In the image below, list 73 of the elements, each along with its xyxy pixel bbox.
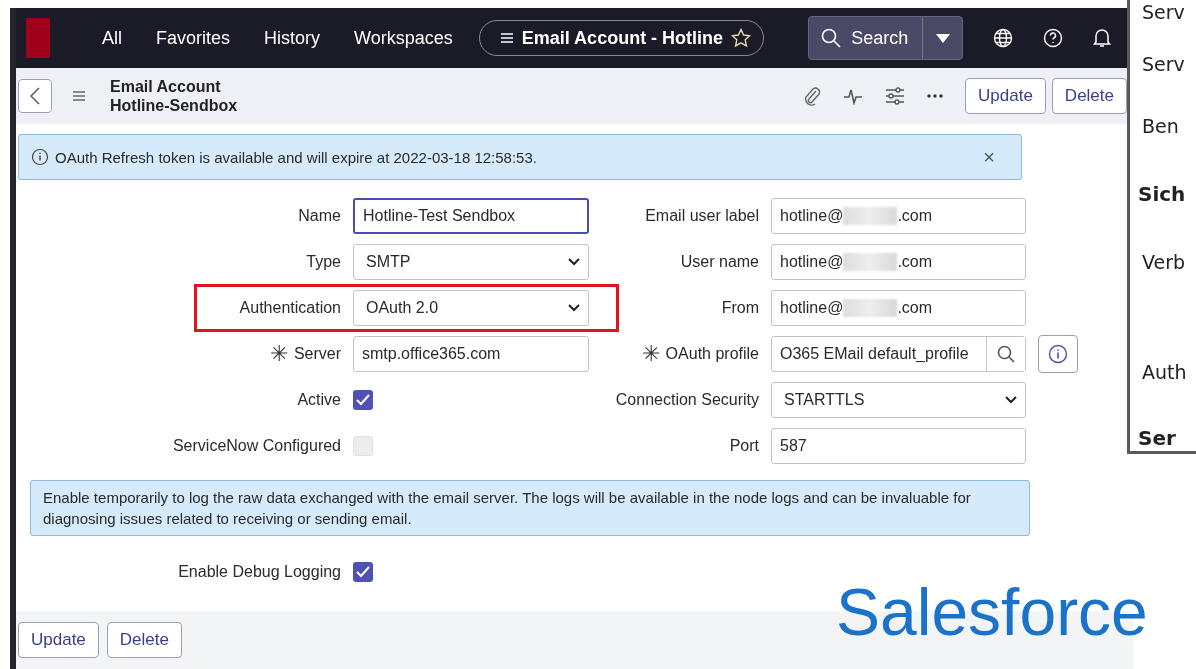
record-name-title: Hotline-Sendbox	[110, 96, 238, 115]
checkbox[interactable]	[353, 390, 373, 410]
star-icon[interactable]	[731, 28, 752, 48]
menu-icon	[499, 32, 514, 44]
nav-menu-item[interactable]: History	[264, 27, 321, 49]
check-icon	[356, 566, 370, 578]
text-field[interactable]: 587	[771, 428, 1026, 464]
field-label: Active	[297, 391, 341, 409]
check-icon	[356, 394, 370, 406]
info-icon	[1048, 344, 1068, 364]
dialog-label: Ben	[1142, 114, 1180, 139]
required-star-icon: ✳	[269, 346, 288, 362]
info-button[interactable]	[1038, 335, 1078, 373]
nav-menu-item[interactable]: Workspaces	[354, 27, 453, 49]
select-field[interactable]: STARTTLS	[771, 382, 1026, 418]
close-button[interactable]: ×	[977, 144, 1001, 170]
chevron-left-icon	[30, 87, 40, 105]
globe-icon[interactable]	[993, 28, 1014, 48]
more-icon[interactable]	[927, 94, 944, 98]
select-field[interactable]: SMTP	[353, 244, 589, 280]
field-label: Enable Debug Logging	[178, 563, 341, 581]
blurred-text	[843, 299, 898, 317]
banner-message: OAuth Refresh token is available and will expire at 2022-03-18 12:58:53.	[55, 148, 537, 166]
search-icon[interactable]	[986, 337, 1025, 371]
dialog-label: Serv	[1142, 52, 1186, 77]
email-field[interactable]: hotline@ .com	[771, 198, 1026, 234]
dialog-label: Serv	[1142, 0, 1186, 25]
field-label: Name	[298, 207, 341, 225]
dialog-label: Auth	[1142, 360, 1188, 385]
text-field[interactable]: Hotline-Test Sendbox	[353, 198, 589, 234]
nav-menu-item[interactable]: All	[102, 27, 122, 49]
select-field[interactable]: OAuth 2.0	[353, 290, 589, 326]
email-field[interactable]: hotline@ .com	[771, 244, 1026, 280]
footer-button[interactable]: Delete	[106, 622, 182, 658]
nav-menu-item[interactable]: Favorites	[156, 27, 231, 49]
field-label: From	[721, 299, 759, 317]
chevron-down-icon	[568, 304, 580, 312]
section-heading: Ser	[1138, 425, 1177, 451]
info-icon	[31, 148, 49, 166]
help-note: Enable temporarily to log the raw data exchanged with the email server. The logs will be available in the node logs and can be invaluable for diagnosing issues related to receiving or sending email.	[30, 480, 1030, 536]
field-label: User name	[680, 253, 759, 271]
caption-text: Salesforce	[836, 574, 1148, 650]
required-star-icon: ✳	[641, 346, 660, 362]
bell-icon[interactable]	[1093, 28, 1112, 48]
field-label: Type	[306, 253, 341, 271]
field-label: Port	[729, 437, 759, 455]
chevron-down-icon	[1005, 396, 1017, 404]
sliders-icon[interactable]	[885, 87, 906, 105]
help-icon[interactable]	[1043, 28, 1064, 48]
dialog-label: Verb	[1142, 250, 1187, 275]
field-label: Authentication	[239, 299, 341, 317]
header-button[interactable]: Delete	[1051, 78, 1127, 114]
email-field[interactable]: hotline@ .com	[771, 290, 1026, 326]
search-icon	[821, 28, 842, 48]
record-type-title: Email Account	[110, 77, 222, 96]
field-label: OAuth profile	[665, 345, 759, 363]
activity-icon[interactable]	[843, 87, 864, 105]
section-heading: Sich	[1138, 181, 1187, 208]
blurred-text	[843, 253, 898, 271]
back-button[interactable]	[18, 79, 52, 113]
footer-button[interactable]: Update	[18, 622, 99, 658]
field-label: ServiceNow Configured	[172, 437, 341, 455]
chevron-down-icon	[568, 258, 580, 266]
header-button[interactable]: Update	[965, 78, 1046, 114]
field-label: Email user label	[645, 207, 759, 225]
paperclip-icon[interactable]	[803, 85, 822, 107]
blurred-text	[843, 207, 898, 225]
menu-icon[interactable]	[72, 90, 86, 102]
field-label: Server	[293, 345, 341, 363]
field-label: Connection Security	[615, 391, 759, 409]
text-field[interactable]: smtp.office365.com	[353, 336, 589, 372]
reference-field[interactable]: O365 EMail default_profile	[771, 336, 1026, 372]
checkbox[interactable]	[353, 562, 373, 582]
